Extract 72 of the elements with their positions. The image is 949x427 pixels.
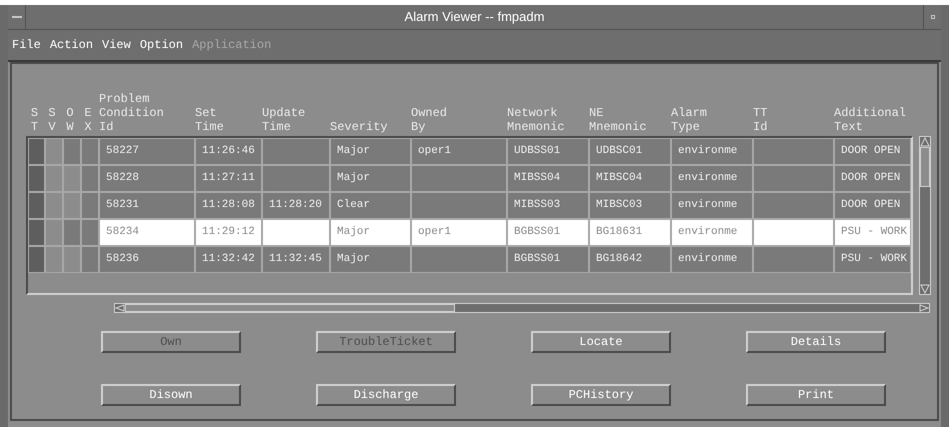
table-cell: environme — [671, 219, 753, 246]
column-header: Network Mnemonic — [506, 106, 566, 134]
menu-item[interactable]: Action — [50, 36, 94, 54]
action-button[interactable]: Locate — [531, 331, 671, 353]
table-cell: UDBSS01 — [507, 138, 589, 165]
table-cell: oper1 — [411, 138, 507, 165]
column-header: O W — [65, 106, 75, 134]
table-cell: BG18631 — [589, 219, 671, 246]
column-header: TT Id — [752, 106, 768, 134]
column-header: Alarm Type — [670, 106, 708, 134]
scroll-thumb[interactable] — [920, 147, 930, 187]
table-cell: environme — [671, 138, 753, 165]
table-cell: BGBSS01 — [507, 219, 589, 246]
action-button[interactable]: Print — [746, 384, 886, 406]
vertical-scrollbar[interactable] — [919, 136, 931, 295]
table-cell: MIBSC04 — [589, 165, 671, 192]
right-arrow-icon[interactable] — [919, 304, 929, 312]
table-cell: 58231 — [99, 192, 195, 219]
action-button[interactable]: Discharge — [316, 384, 456, 406]
column-header: Additional Text — [833, 106, 908, 134]
table-cell: Clear — [330, 192, 411, 219]
table-cell: 58236 — [99, 246, 195, 273]
horizontal-scrollbar[interactable] — [114, 303, 930, 313]
table-cell: DOOR OPEN — [834, 192, 911, 219]
table-cell: Major — [330, 246, 411, 273]
table-cell: 11:28:20 — [262, 192, 330, 219]
column-header: Update Time — [261, 106, 306, 134]
column-header: Set Time — [194, 106, 225, 134]
table-cell: DOOR OPEN — [834, 165, 911, 192]
table-cell: environme — [671, 192, 753, 219]
table-cell: Major — [330, 138, 411, 165]
menu-item[interactable]: View — [102, 36, 131, 54]
table-cell: 11:26:46 — [195, 138, 262, 165]
table-cell: 58228 — [99, 165, 195, 192]
column-header: S V — [47, 106, 57, 134]
action-button[interactable]: Details — [746, 331, 886, 353]
table-cell: MIBSS03 — [507, 192, 589, 219]
table-cell: MIBSS04 — [507, 165, 589, 192]
column-header: S T — [30, 106, 40, 134]
table-cell: oper1 — [411, 219, 507, 246]
column-header: Owned By — [410, 106, 448, 134]
table-cell: 11:28:08 — [195, 192, 262, 219]
action-button[interactable]: PCHistory — [531, 384, 671, 406]
table-cell: DOOR OPEN — [834, 138, 911, 165]
table-cell: 58234 — [99, 219, 195, 246]
left-arrow-icon[interactable] — [115, 304, 125, 312]
window-title: Alarm Viewer -- fmpadm — [404, 8, 544, 26]
table-cell: 11:29:12 — [195, 219, 262, 246]
up-arrow-icon[interactable] — [920, 137, 930, 147]
table-cell: 11:27:11 — [195, 165, 262, 192]
table-cell: BGBSS01 — [507, 246, 589, 273]
table-cell: Major — [330, 219, 411, 246]
menu-item[interactable]: Option — [140, 36, 184, 54]
table-cell: PSU - WORK — [834, 246, 911, 273]
table-cell: BG18642 — [589, 246, 671, 273]
table-cell: 11:32:42 — [195, 246, 262, 273]
table-cell: UDBSC01 — [589, 138, 671, 165]
action-button[interactable]: Disown — [101, 384, 241, 406]
table-cell: PSU - WORK — [834, 219, 911, 246]
table-cell: 58227 — [99, 138, 195, 165]
table-cell: environme — [671, 246, 753, 273]
table-cell: Major — [330, 165, 411, 192]
column-header: Severity — [329, 120, 389, 134]
scroll-thumb[interactable] — [125, 304, 455, 312]
menu-item[interactable]: File — [12, 36, 41, 54]
table-cell: MIBSC03 — [589, 192, 671, 219]
down-arrow-icon[interactable] — [920, 284, 930, 294]
table-cell: environme — [671, 165, 753, 192]
column-header: Problem Condition Id — [98, 92, 165, 134]
column-header: E X — [83, 106, 93, 134]
table-cell: 11:32:45 — [262, 246, 330, 273]
column-header: NE Mnemonic — [588, 106, 648, 134]
